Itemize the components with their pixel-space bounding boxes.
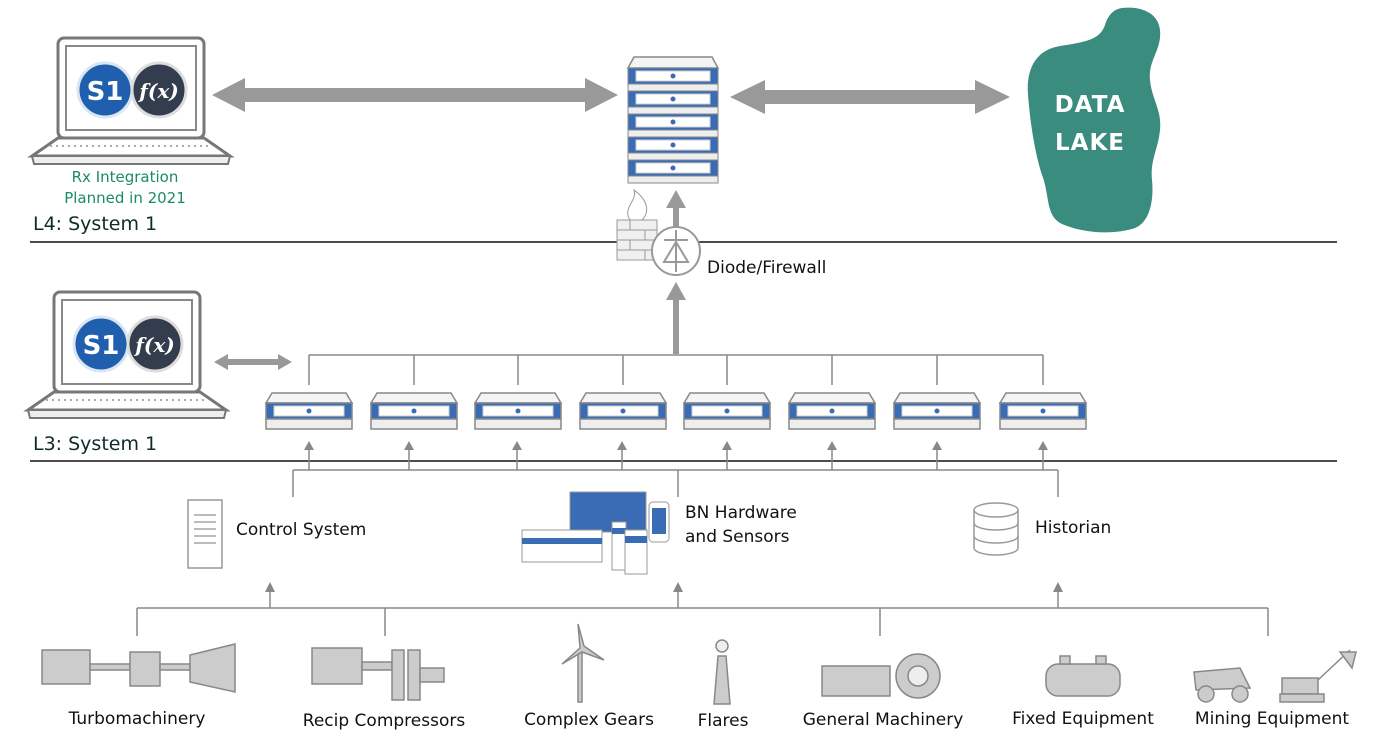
equipment-label: Turbomachinery bbox=[68, 709, 206, 729]
arrow-laptop-server bbox=[212, 78, 618, 112]
firewall-icon bbox=[616, 188, 658, 261]
equipment-up-arrows bbox=[265, 582, 1063, 592]
rx-note-line: Rx Integration bbox=[71, 168, 179, 186]
rx-integration-note: Rx Integration Planned in 2021 bbox=[40, 167, 210, 209]
fx-badge: f(x) bbox=[133, 333, 174, 357]
l3-bus bbox=[308, 354, 1044, 385]
equipment-label: Mining Equipment bbox=[1194, 709, 1350, 729]
server-input-arrows bbox=[304, 441, 1048, 450]
data-lake-line: DATA bbox=[1054, 92, 1126, 118]
level-l3-label: L3: System 1 bbox=[33, 433, 158, 455]
arrow-server-datalake bbox=[730, 80, 1010, 114]
general-machinery-icon bbox=[821, 653, 941, 699]
turbomachinery-icon bbox=[41, 643, 236, 693]
mining-equipment-icon bbox=[1193, 649, 1357, 703]
recip-compressor-icon bbox=[311, 647, 445, 701]
arrow-up-to-stack bbox=[666, 190, 686, 228]
data-lake-label: DATA LAKE bbox=[1030, 86, 1150, 162]
laptop-l3-icon bbox=[26, 290, 228, 420]
bn-hardware-line: BN Hardware bbox=[685, 503, 797, 523]
historian-label: Historian bbox=[1035, 518, 1112, 538]
wind-turbine-icon bbox=[561, 623, 605, 703]
equipment-label: Complex Gears bbox=[524, 710, 654, 730]
architecture-diagram: S1 f(x) S1 f(x) bbox=[26, 7, 1357, 705]
fixed-equipment-icon bbox=[1045, 655, 1121, 697]
field-bus bbox=[292, 448, 1059, 497]
rx-note-line: Planned in 2021 bbox=[64, 189, 186, 207]
level-l4-label: L4: System 1 bbox=[33, 213, 158, 235]
bn-hardware-line: and Sensors bbox=[685, 527, 790, 547]
arrow-laptop-l3 bbox=[214, 354, 292, 370]
equipment-label: Flares bbox=[697, 711, 749, 731]
equipment-label: General Machinery bbox=[802, 710, 964, 730]
laptop-l4-icon bbox=[30, 36, 232, 166]
l3-servers bbox=[265, 392, 1087, 430]
arrow-up-to-diode bbox=[666, 282, 686, 354]
equipment-label: Recip Compressors bbox=[302, 711, 466, 731]
s1-badge: S1 bbox=[83, 331, 120, 361]
control-system-label: Control System bbox=[236, 520, 367, 540]
diode-icon bbox=[651, 226, 701, 276]
s1-badge: S1 bbox=[87, 77, 124, 107]
bn-hardware-label: BN Hardware and Sensors bbox=[685, 501, 797, 549]
equipment-bus bbox=[136, 590, 1269, 636]
data-lake-line: LAKE bbox=[1055, 130, 1125, 156]
server-stack-icon bbox=[626, 56, 720, 184]
diode-firewall-label: Diode/Firewall bbox=[707, 258, 827, 278]
bn-hardware-icon bbox=[521, 491, 670, 575]
flare-icon bbox=[713, 639, 731, 705]
control-system-icon bbox=[187, 499, 223, 569]
equipment-label: Fixed Equipment bbox=[1012, 709, 1154, 729]
fx-badge: f(x) bbox=[137, 79, 178, 103]
historian-icon bbox=[973, 502, 1019, 556]
